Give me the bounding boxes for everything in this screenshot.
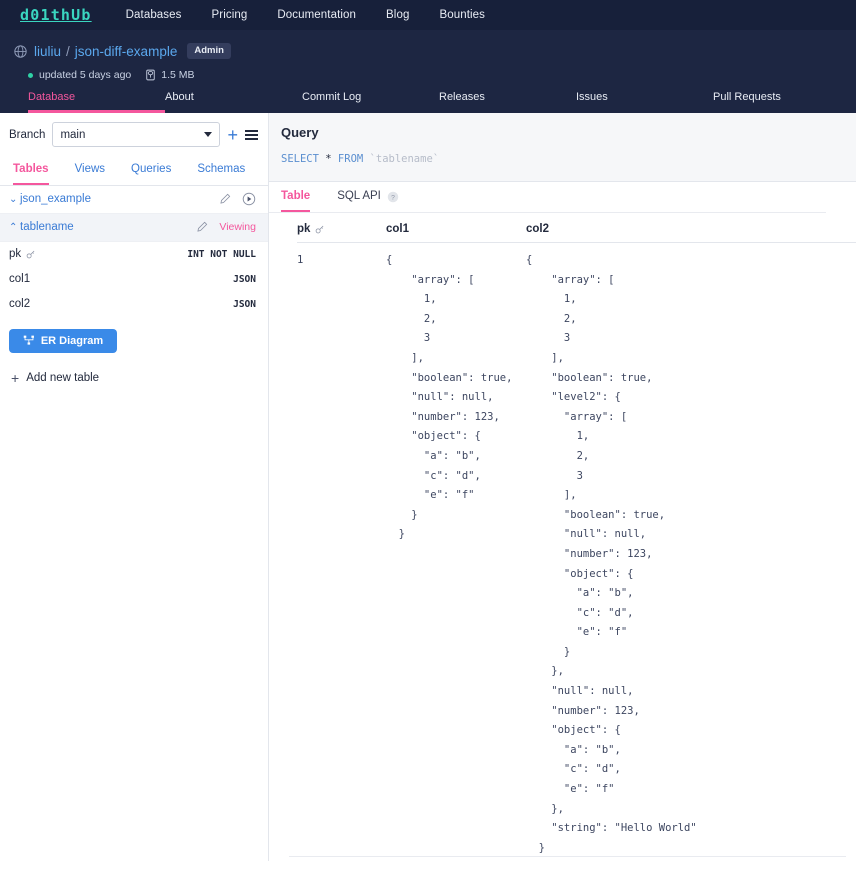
repo-name-link[interactable]: json-diff-example — [75, 44, 178, 59]
chevron-down-icon — [204, 132, 212, 137]
sql-table-name: `tablename` — [370, 153, 440, 165]
tab-database[interactable]: Database — [28, 92, 165, 113]
repository-header: liuliu / json-diff-example Admin updated… — [0, 30, 856, 113]
cell-col2[interactable]: { "array": [ 1, 2, 3 ], "boolean": true,… — [526, 251, 856, 858]
sql-star: * — [325, 153, 331, 165]
result-tab-sql-api[interactable]: SQL API ? — [337, 191, 399, 212]
database-name-label: json_example — [20, 193, 219, 205]
main-content: Query SELECT * FROM `tablename` Table SQ… — [269, 113, 856, 861]
globe-icon — [14, 45, 27, 58]
nav-link-documentation[interactable]: Documentation — [277, 9, 356, 21]
last-updated-text: updated 5 days ago — [39, 69, 131, 81]
sidebar: Branch main + Tables Views Queries Schem… — [0, 113, 269, 861]
column-type: INT NOT NULL — [187, 249, 256, 260]
status-dot-icon — [28, 73, 33, 78]
pencil-icon[interactable] — [196, 221, 208, 233]
repo-owner-link[interactable]: liuliu — [34, 44, 61, 59]
repository-tabs: Database About Commit Log Releases Issue… — [0, 82, 856, 113]
query-results-table: pk col1 col2 1 { "array": [ 1, 2, 3 ], "… — [269, 213, 856, 858]
cell-pk[interactable]: 1 — [297, 251, 386, 858]
database-tree-node[interactable]: ⌄ json_example — [0, 186, 268, 214]
table-header-pk[interactable]: pk — [297, 223, 386, 235]
column-row-pk: pk INT NOT NULL — [0, 242, 268, 267]
nav-link-blog[interactable]: Blog — [386, 9, 409, 21]
breadcrumb: liuliu / json-diff-example Admin — [0, 40, 856, 62]
help-circle-icon[interactable]: ? — [387, 191, 399, 203]
nav-link-databases[interactable]: Databases — [126, 9, 182, 21]
query-panel: Query SELECT * FROM `tablename` — [269, 113, 856, 182]
column-name: col1 — [9, 273, 30, 285]
column-name: col2 — [9, 298, 30, 310]
sitemap-icon — [23, 335, 35, 346]
chevron-up-icon[interactable]: ⌃ — [9, 222, 20, 233]
sql-keyword-from: FROM — [338, 153, 363, 165]
column-name: pk — [9, 248, 36, 260]
tab-releases[interactable]: Releases — [439, 92, 576, 113]
cell-col1[interactable]: { "array": [ 1, 2, 3 ], "boolean": true,… — [386, 251, 526, 858]
add-new-table-button[interactable]: + Add new table — [0, 353, 268, 385]
nav-link-bounties[interactable]: Bounties — [439, 9, 485, 21]
sql-keyword-select: SELECT — [281, 153, 319, 165]
table-name-label: tablename — [20, 221, 196, 233]
er-diagram-button-label: ER Diagram — [41, 335, 103, 347]
table-row: 1 { "array": [ 1, 2, 3 ], "boolean": tru… — [297, 243, 856, 858]
result-view-tabs: Table SQL API ? — [269, 182, 826, 213]
branch-select[interactable]: main — [52, 122, 220, 147]
hamburger-menu-icon[interactable] — [245, 130, 258, 140]
nav-link-pricing[interactable]: Pricing — [212, 9, 248, 21]
tab-pull-requests[interactable]: Pull Requests — [713, 92, 850, 113]
sidebar-tab-tables[interactable]: Tables — [13, 164, 49, 185]
database-size-text: 1.5 MB — [161, 69, 194, 81]
breadcrumb-separator: / — [66, 44, 70, 59]
tab-about[interactable]: About — [165, 92, 302, 113]
chevron-down-icon[interactable]: ⌄ — [9, 194, 20, 205]
column-row-col1: col1 JSON — [0, 267, 268, 292]
column-type: JSON — [233, 299, 256, 310]
admin-badge: Admin — [187, 43, 231, 59]
tab-issues[interactable]: Issues — [576, 92, 713, 113]
add-branch-icon[interactable]: + — [227, 126, 238, 144]
result-tab-table[interactable]: Table — [281, 191, 310, 212]
table-bottom-divider — [289, 856, 846, 857]
plus-icon: + — [11, 371, 19, 385]
sidebar-tabs: Tables Views Queries Schemas — [0, 156, 268, 186]
tab-commit-log[interactable]: Commit Log — [302, 92, 439, 113]
viewing-status-badge: Viewing — [219, 221, 256, 233]
query-sql-text[interactable]: SELECT * FROM `tablename` — [281, 153, 856, 165]
add-new-table-label: Add new table — [26, 372, 99, 384]
sidebar-tab-queries[interactable]: Queries — [131, 164, 171, 185]
sidebar-tab-views[interactable]: Views — [75, 164, 105, 185]
table-tree-node-tablename[interactable]: ⌃ tablename Viewing — [0, 214, 268, 242]
column-row-col2: col2 JSON — [0, 292, 268, 317]
table-header-row: pk col1 col2 — [297, 223, 856, 243]
branch-label: Branch — [9, 129, 45, 141]
page-body: Branch main + Tables Views Queries Schem… — [0, 113, 856, 861]
table-header-col2[interactable]: col2 — [526, 223, 856, 235]
dolthub-logo[interactable]: d01thUb — [20, 8, 92, 23]
branch-select-value: main — [60, 129, 85, 141]
result-tab-sql-api-label: SQL API — [337, 191, 381, 203]
query-panel-title: Query — [281, 125, 856, 140]
column-type: JSON — [233, 274, 256, 285]
sidebar-tab-schemas[interactable]: Schemas — [197, 164, 245, 185]
er-diagram-button[interactable]: ER Diagram — [9, 329, 117, 353]
table-header-col1[interactable]: col1 — [386, 223, 526, 235]
branch-selector-row: Branch main + — [0, 113, 268, 156]
key-icon — [26, 249, 36, 259]
repository-meta: updated 5 days ago 1.5 MB — [0, 62, 856, 82]
database-icon — [145, 69, 156, 81]
play-circle-icon[interactable] — [242, 192, 256, 206]
pencil-icon[interactable] — [219, 193, 231, 205]
top-navigation-bar: d01thUb Databases Pricing Documentation … — [0, 0, 856, 30]
svg-text:?: ? — [391, 195, 395, 202]
key-icon — [315, 224, 325, 234]
